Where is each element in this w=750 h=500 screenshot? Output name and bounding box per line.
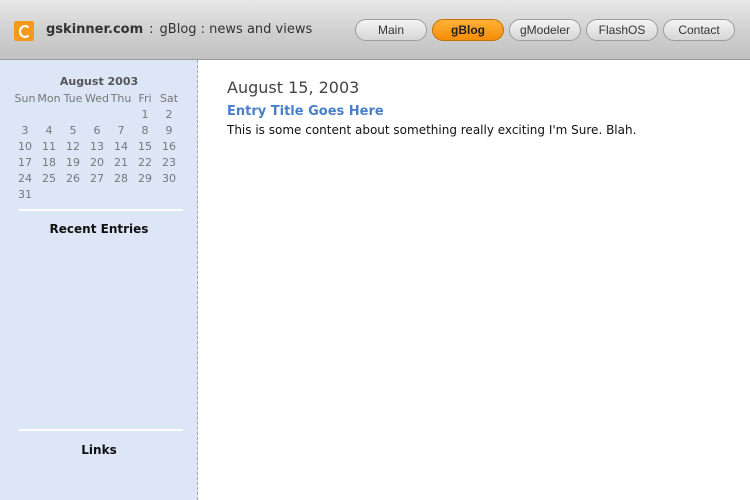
nav-gblog-button[interactable]: gBlog bbox=[432, 19, 504, 41]
nav-gmodeler-button[interactable]: gModeler bbox=[509, 19, 581, 41]
nav-contact-button[interactable]: Contact bbox=[663, 19, 735, 41]
calendar-day[interactable]: 27 bbox=[85, 170, 109, 186]
calendar-day[interactable]: 5 bbox=[61, 122, 85, 138]
calendar-empty-cell bbox=[37, 106, 61, 122]
calendar-empty-cell bbox=[13, 106, 37, 122]
gskinner-logo-icon[interactable] bbox=[14, 21, 34, 41]
calendar-empty-cell bbox=[85, 106, 109, 122]
calendar-day[interactable]: 23 bbox=[157, 154, 181, 170]
calendar-empty-cell bbox=[61, 106, 85, 122]
calendar-weekday: Tue bbox=[63, 91, 83, 105]
calendar-day[interactable]: 4 bbox=[37, 122, 61, 138]
calendar-empty-cell bbox=[61, 186, 85, 202]
calendar-empty-cell bbox=[85, 186, 109, 202]
calendar: Sun Mon Tue Wed Thu Fri Sat 1 2 3 4 5 6 7 8 9 10 1… bbox=[13, 90, 181, 202]
main-content: August 15, 2003 Entry Title Goes Here Th… bbox=[227, 78, 727, 137]
calendar-empty-cell bbox=[37, 186, 61, 202]
recent-entries-heading: Recent Entries bbox=[49, 222, 149, 236]
calendar-weekday: Mon bbox=[37, 91, 61, 105]
main-nav: Main gBlog gModeler FlashOS Contact bbox=[355, 19, 740, 41]
title-separator: : bbox=[149, 22, 154, 37]
calendar-weekday: Sat bbox=[159, 91, 179, 105]
calendar-day[interactable]: 21 bbox=[109, 154, 133, 170]
calendar-day[interactable]: 10 bbox=[13, 138, 37, 154]
calendar-week-row: 24 25 26 27 28 29 30 bbox=[13, 170, 181, 186]
calendar-day[interactable]: 14 bbox=[109, 138, 133, 154]
calendar-week-row: 10 11 12 13 14 15 16 bbox=[13, 138, 181, 154]
calendar-week-row: 31 bbox=[13, 186, 181, 202]
calendar-day[interactable]: 16 bbox=[157, 138, 181, 154]
calendar-day[interactable]: 17 bbox=[13, 154, 37, 170]
calendar-day[interactable]: 8 bbox=[133, 122, 157, 138]
calendar-day[interactable]: 29 bbox=[133, 170, 157, 186]
calendar-day[interactable]: 13 bbox=[85, 138, 109, 154]
sidebar-divider bbox=[19, 209, 183, 211]
calendar-title: August 2003 bbox=[59, 75, 139, 88]
calendar-day[interactable]: 12 bbox=[61, 138, 85, 154]
sidebar: August 2003 Sun Mon Tue Wed Thu Fri Sat … bbox=[0, 60, 198, 500]
calendar-day[interactable]: 3 bbox=[13, 122, 37, 138]
calendar-day[interactable]: 19 bbox=[61, 154, 85, 170]
calendar-days: 1 2 3 4 5 6 7 8 9 10 11 12 13 14 15 16 17 18 19 20 21 22 23 24 2… bbox=[13, 106, 181, 202]
calendar-day[interactable]: 24 bbox=[13, 170, 37, 186]
calendar-day[interactable]: 30 bbox=[157, 170, 181, 186]
site-title: gskinner.com: gBlog : news and views bbox=[46, 22, 312, 37]
calendar-weekday: Sun bbox=[14, 91, 36, 105]
calendar-day[interactable]: 31 bbox=[13, 186, 37, 202]
links-heading: Links bbox=[81, 443, 117, 457]
entry-body: This is some content about something rea… bbox=[227, 123, 637, 137]
calendar-day[interactable]: 11 bbox=[37, 138, 61, 154]
logo-mark bbox=[19, 25, 31, 38]
calendar-day[interactable]: 20 bbox=[85, 154, 109, 170]
calendar-day[interactable]: 2 bbox=[157, 106, 181, 122]
site-tagline: gBlog : news and views bbox=[159, 22, 313, 37]
calendar-weekday-row: Sun Mon Tue Wed Thu Fri Sat bbox=[13, 90, 181, 106]
calendar-day[interactable]: 28 bbox=[109, 170, 133, 186]
nav-main-button[interactable]: Main bbox=[355, 19, 427, 41]
site-header: gskinner.com: gBlog : news and views Main… bbox=[0, 0, 750, 60]
calendar-empty-cell bbox=[109, 186, 133, 202]
calendar-weekday: Thu bbox=[110, 91, 132, 105]
calendar-day[interactable]: 26 bbox=[61, 170, 85, 186]
calendar-week-row: 17 18 19 20 21 22 23 bbox=[13, 154, 181, 170]
entry-title-link[interactable]: Entry Title Goes Here bbox=[227, 104, 727, 119]
calendar-day[interactable]: 18 bbox=[37, 154, 61, 170]
calendar-day[interactable]: 9 bbox=[157, 122, 181, 138]
calendar-day[interactable]: 25 bbox=[37, 170, 61, 186]
calendar-week-row: 12 bbox=[13, 106, 181, 122]
calendar-day[interactable]: 15 bbox=[133, 138, 157, 154]
calendar-week-row: 3456789 bbox=[13, 122, 181, 138]
calendar-weekday: Fri bbox=[138, 91, 152, 105]
sidebar-divider bbox=[19, 429, 183, 431]
calendar-weekday: Wed bbox=[85, 91, 109, 105]
entry-date: August 15, 2003 bbox=[227, 78, 360, 97]
calendar-day[interactable]: 6 bbox=[85, 122, 109, 138]
calendar-empty-cell bbox=[109, 106, 133, 122]
calendar-day[interactable]: 22 bbox=[133, 154, 157, 170]
calendar-empty-cell bbox=[157, 186, 181, 202]
site-name[interactable]: gskinner.com bbox=[46, 22, 143, 37]
calendar-day[interactable]: 7 bbox=[109, 122, 133, 138]
calendar-empty-cell bbox=[133, 186, 157, 202]
calendar-day[interactable]: 1 bbox=[133, 106, 157, 122]
nav-flashos-button[interactable]: FlashOS bbox=[586, 19, 658, 41]
